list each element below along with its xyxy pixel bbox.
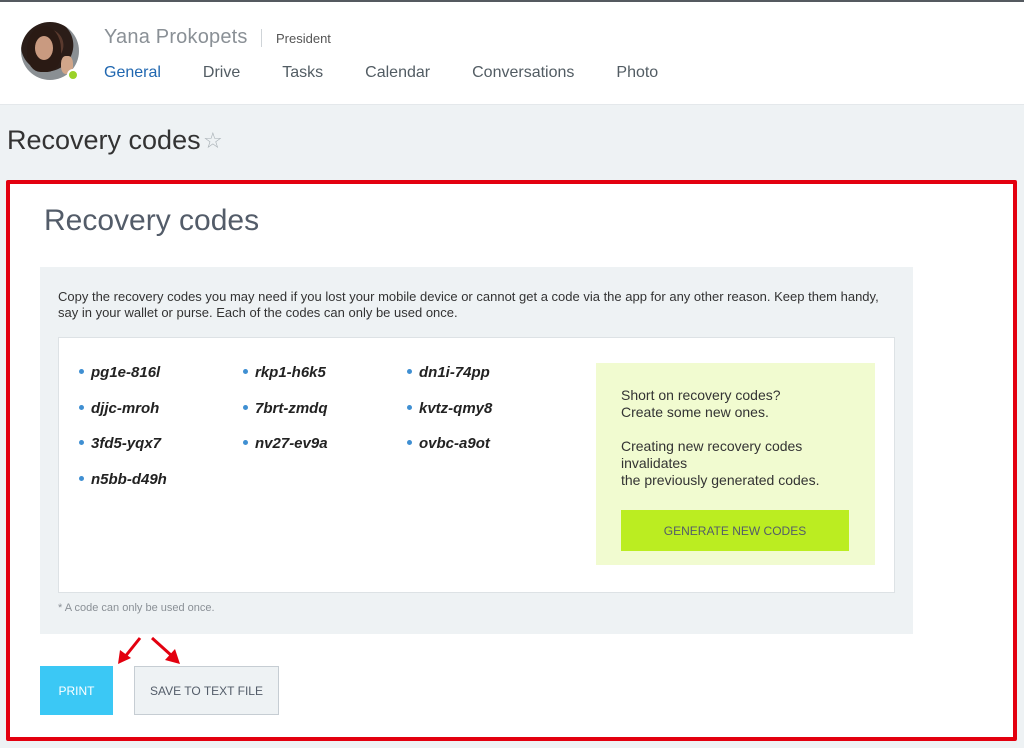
tab-general[interactable]: General xyxy=(104,64,161,88)
code-text: n5bb-d49h xyxy=(91,471,167,488)
bullet-icon xyxy=(243,439,248,445)
bullet-icon xyxy=(407,439,412,445)
tab-photo[interactable]: Photo xyxy=(616,64,658,88)
codes-box: pg1e-816l rkp1-h6k5 dn1i-74pp djjc-mroh … xyxy=(58,337,895,593)
code-text: kvtz-qmy8 xyxy=(419,400,493,417)
code-text: pg1e-816l xyxy=(91,364,161,381)
save-to-text-file-button[interactable]: SAVE TO TEXT FILE xyxy=(134,666,279,715)
codes-panel: Copy the recovery codes you may need if … xyxy=(40,267,913,634)
code-text: 3fd5-yqx7 xyxy=(91,435,162,452)
arrow-print-icon xyxy=(118,637,142,664)
bullet-icon xyxy=(79,439,84,445)
recovery-code: kvtz-qmy8 xyxy=(407,400,492,417)
generate-codes-box: Short on recovery codes? Create some new… xyxy=(596,363,875,565)
recovery-code: 7brt-zmdq xyxy=(243,400,328,417)
tab-calendar[interactable]: Calendar xyxy=(365,64,430,88)
avatar[interactable] xyxy=(21,22,81,82)
name-divider xyxy=(261,29,262,47)
generate-text-line: Creating new recovery codes invalidates xyxy=(621,438,803,471)
user-name: Yana Prokopets xyxy=(104,26,248,48)
tab-drive[interactable]: Drive xyxy=(203,64,240,88)
bullet-icon xyxy=(79,368,84,374)
generate-text-line: Short on recovery codes? xyxy=(621,387,781,403)
star-icon[interactable]: ☆ xyxy=(203,128,223,154)
bullet-icon xyxy=(79,404,84,410)
arrow-save-icon xyxy=(150,636,180,664)
bullet-icon xyxy=(407,368,412,374)
code-text: rkp1-h6k5 xyxy=(255,364,326,381)
recovery-code: rkp1-h6k5 xyxy=(243,364,326,381)
recovery-code: pg1e-816l xyxy=(79,364,160,381)
recovery-code: ovbc-a9ot xyxy=(407,435,490,452)
recovery-codes-card: Recovery codes Copy the recovery codes y… xyxy=(6,180,1017,741)
user-role: President xyxy=(276,31,331,46)
recovery-code: dn1i-74pp xyxy=(407,364,490,381)
generate-text-line: Create some new ones. xyxy=(621,404,769,420)
bullet-icon xyxy=(243,368,248,374)
code-text: ovbc-a9ot xyxy=(419,435,490,452)
generate-text-line: the previously generated codes. xyxy=(621,472,820,488)
page-title: Recovery codes xyxy=(7,125,201,155)
print-button[interactable]: PRINT xyxy=(40,666,113,715)
online-status-icon xyxy=(67,69,79,81)
bullet-icon xyxy=(79,475,84,481)
codes-description: Copy the recovery codes you may need if … xyxy=(58,289,879,320)
code-text: nv27-ev9a xyxy=(255,435,328,452)
recovery-code: 3fd5-yqx7 xyxy=(79,435,161,452)
code-text: 7brt-zmdq xyxy=(255,400,328,417)
profile-header: Yana Prokopets President General Drive T… xyxy=(0,2,1024,105)
bullet-icon xyxy=(243,404,248,410)
generate-codes-text: Short on recovery codes? Create some new… xyxy=(621,387,861,489)
recovery-code: n5bb-d49h xyxy=(79,471,167,488)
profile-tabs: General Drive Tasks Calendar Conversatio… xyxy=(104,64,700,88)
tab-tasks[interactable]: Tasks xyxy=(282,64,323,88)
recovery-code: djjc-mroh xyxy=(79,400,159,417)
footnote: * A code can only be used once. xyxy=(58,602,215,614)
code-text: dn1i-74pp xyxy=(419,364,490,381)
code-text: djjc-mroh xyxy=(91,400,160,417)
recovery-code: nv27-ev9a xyxy=(243,435,328,452)
card-title: Recovery codes xyxy=(44,204,260,237)
generate-new-codes-button[interactable]: GENERATE NEW CODES xyxy=(621,510,849,551)
bullet-icon xyxy=(407,404,412,410)
tab-conversations[interactable]: Conversations xyxy=(472,64,574,88)
